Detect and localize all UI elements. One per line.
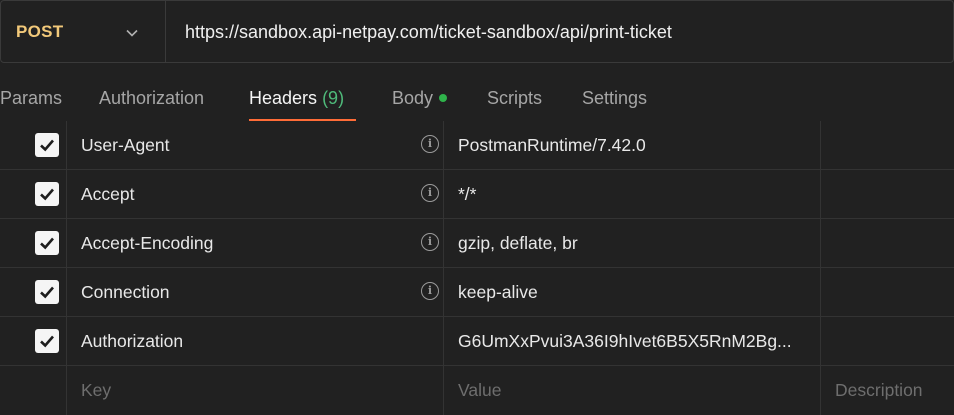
row-checkbox[interactable] <box>35 280 59 304</box>
url-input[interactable]: https://sandbox.api-netpay.com/ticket-sa… <box>185 22 672 43</box>
info-icon[interactable]: i <box>421 184 439 202</box>
tab-headers-label: Headers <box>249 88 318 108</box>
new-header-row: Key Value Description <box>0 366 954 415</box>
tab-body-label: Body <box>392 88 434 108</box>
tab-headers[interactable]: Headers (9) <box>249 88 344 109</box>
tab-settings[interactable]: Settings <box>582 88 647 109</box>
info-icon[interactable]: i <box>421 282 439 300</box>
table-row: Authorization G6UmXxPvui3A36I9hIvet6B5X5… <box>0 317 954 366</box>
value-input[interactable]: Value <box>458 380 501 401</box>
table-row: Connection i keep-alive <box>0 268 954 317</box>
headers-count-badge: (9) <box>322 88 345 108</box>
header-key[interactable]: Accept-Encoding <box>81 233 213 254</box>
body-indicator-dot <box>439 94 448 102</box>
column-divider <box>66 121 67 415</box>
table-row: User-Agent i PostmanRuntime/7.42.0 <box>0 121 954 170</box>
header-value[interactable]: keep-alive <box>458 282 538 303</box>
header-key[interactable]: Accept <box>81 184 135 205</box>
info-icon[interactable]: i <box>421 233 439 251</box>
description-input[interactable]: Description <box>835 380 923 401</box>
info-icon[interactable]: i <box>421 135 439 153</box>
header-key[interactable]: Authorization <box>81 331 183 352</box>
request-tabs: Params Authorization Headers (9) Body Sc… <box>0 63 954 123</box>
table-row: Accept-Encoding i gzip, deflate, br <box>0 219 954 268</box>
column-divider <box>820 121 821 415</box>
checkmark-icon <box>40 188 54 201</box>
checkmark-icon <box>40 237 54 250</box>
key-input[interactable]: Key <box>81 380 111 401</box>
row-checkbox[interactable] <box>35 182 59 206</box>
chevron-down-icon <box>126 29 138 37</box>
row-checkbox[interactable] <box>35 231 59 255</box>
column-divider <box>443 121 444 415</box>
request-bar: POST https://sandbox.api-netpay.com/tick… <box>0 0 954 63</box>
checkmark-icon <box>40 139 54 152</box>
headers-table: User-Agent i PostmanRuntime/7.42.0 Accep… <box>0 121 954 415</box>
tab-scripts[interactable]: Scripts <box>487 88 542 109</box>
header-value[interactable]: gzip, deflate, br <box>458 233 578 254</box>
method-select[interactable]: POST <box>1 1 166 63</box>
header-value[interactable]: PostmanRuntime/7.42.0 <box>458 135 646 156</box>
method-label: POST <box>16 22 64 41</box>
checkmark-icon <box>40 335 54 348</box>
header-value[interactable]: */* <box>458 184 476 205</box>
header-value[interactable]: G6UmXxPvui3A36I9hIvet6B5X5RnM2Bg... <box>458 331 792 352</box>
header-key[interactable]: Connection <box>81 282 170 303</box>
tab-params[interactable]: Params <box>0 88 62 109</box>
row-checkbox[interactable] <box>35 329 59 353</box>
header-key[interactable]: User-Agent <box>81 135 170 156</box>
tab-authorization[interactable]: Authorization <box>99 88 204 109</box>
table-row: Accept i */* <box>0 170 954 219</box>
tab-body[interactable]: Body <box>392 88 448 109</box>
checkmark-icon <box>40 286 54 299</box>
row-checkbox[interactable] <box>35 133 59 157</box>
